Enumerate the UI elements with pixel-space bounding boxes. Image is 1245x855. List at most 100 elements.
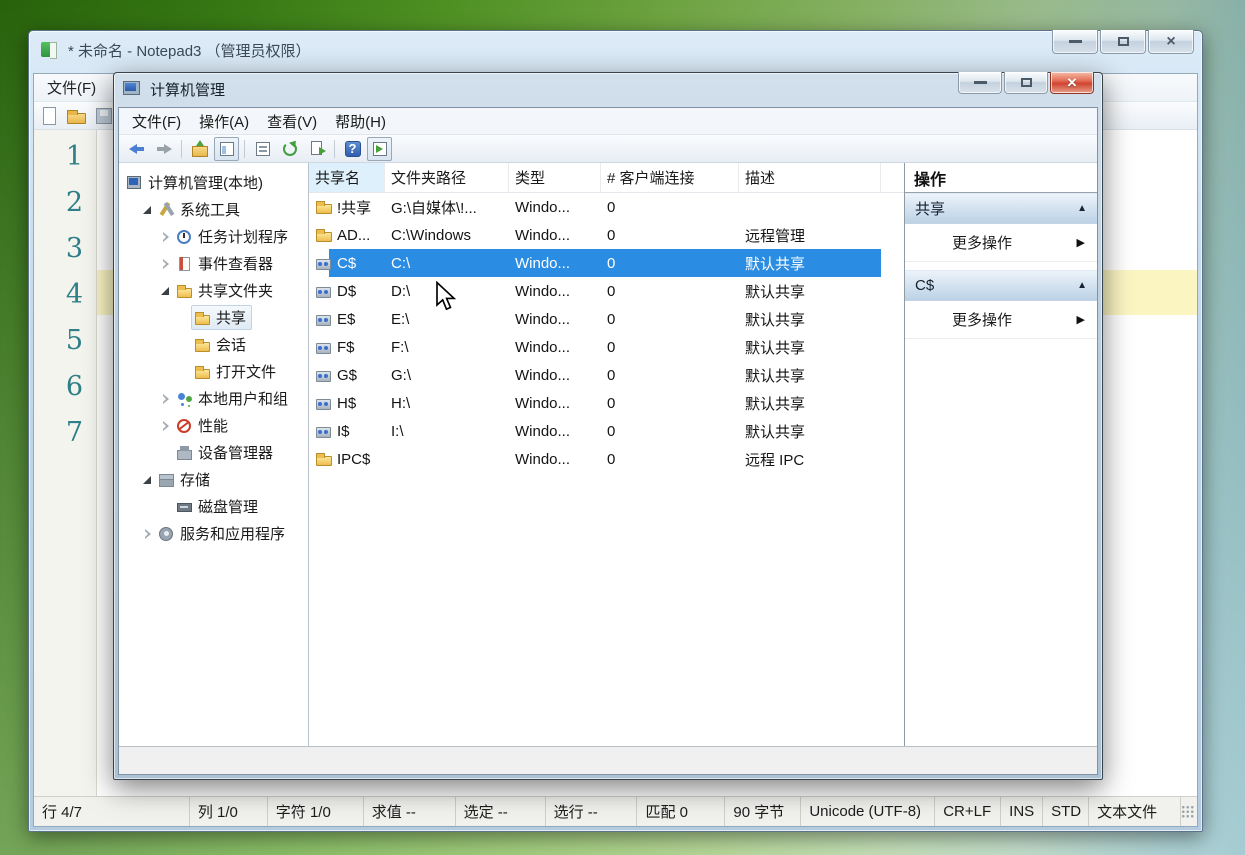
table-row[interactable]: I$ I:\ Windo... 0 默认共享 (309, 417, 904, 445)
toggle-action-pane-icon[interactable] (367, 136, 392, 161)
action-item[interactable]: 更多操作 ▶ (905, 224, 1097, 262)
column-header[interactable]: 描述 (739, 163, 881, 192)
table-row[interactable]: IPC$ Windo... 0 远程 IPC (309, 445, 904, 473)
tree-item[interactable]: 存储 (119, 466, 308, 493)
notepad3-titlebar[interactable]: * 未命名 - Notepad3 （管理员权限） × (29, 30, 1202, 69)
tree-item[interactable]: 共享 (119, 304, 308, 331)
menu-item[interactable]: 帮助(H) (326, 108, 395, 135)
status-segment[interactable]: 行 4/7 (34, 797, 190, 826)
export-list-icon[interactable] (304, 137, 329, 161)
status-segment[interactable]: CR+LF (935, 797, 1002, 826)
forward-icon[interactable] (151, 137, 176, 161)
table-row[interactable]: !共享 G:\自媒体\!... Windo... 0 (309, 193, 904, 221)
line-number-gutter[interactable]: 1234567 (34, 130, 97, 796)
toolbar-separator (244, 139, 245, 158)
tree-item[interactable]: 事件查看器 (119, 250, 308, 277)
share-name: E$ (337, 310, 356, 328)
line-number[interactable]: 4 (34, 272, 96, 318)
new-file-icon[interactable] (39, 105, 61, 127)
toggle-console-tree-icon[interactable] (214, 136, 239, 161)
minimize-button[interactable] (1052, 30, 1098, 54)
status-segment[interactable]: 求值 -- (364, 797, 456, 826)
table-row[interactable]: C$ C:\ Windo... 0 默认共享 (309, 249, 904, 277)
status-segment[interactable]: Unicode (UTF-8) (801, 797, 936, 826)
action-section-header[interactable]: C$ ▲ (905, 270, 1097, 301)
line-number[interactable]: 1 (34, 134, 96, 180)
tree-item-label: 性能 (198, 418, 229, 435)
status-segment[interactable]: STD (1043, 797, 1090, 826)
line-number[interactable]: 2 (34, 180, 96, 226)
menu-item[interactable]: 文件(F) (123, 108, 190, 135)
close-button[interactable]: × (1050, 72, 1094, 94)
line-number[interactable]: 5 (34, 318, 96, 364)
tree-item[interactable]: 设备管理器 (119, 439, 308, 466)
tree-item[interactable]: 会话 (119, 331, 308, 358)
up-level-icon[interactable] (187, 137, 212, 161)
line-number[interactable]: 3 (34, 226, 96, 272)
table-row[interactable]: AD... C:\Windows Windo... 0 远程管理 (309, 221, 904, 249)
menu-item[interactable]: 查看(V) (258, 108, 326, 135)
expanded-arrow-icon[interactable] (141, 473, 155, 487)
tree-item-label: 共享 (216, 310, 247, 327)
refresh-icon[interactable] (277, 137, 302, 161)
collapsed-arrow-icon[interactable] (159, 257, 173, 271)
back-icon[interactable] (124, 137, 149, 161)
tree-item[interactable]: 本地用户和组 (119, 385, 308, 412)
status-segment[interactable]: 文本文件 (1089, 797, 1182, 826)
tree-item[interactable]: 共享文件夹 (119, 277, 308, 304)
tree-item[interactable]: 磁盘管理 (119, 493, 308, 520)
status-segment[interactable]: INS (1001, 797, 1044, 826)
chevron-up-icon[interactable]: ▲ (1077, 203, 1087, 214)
status-segment[interactable]: 90 字节 (725, 797, 802, 826)
menu-file[interactable]: 文件(F) (38, 74, 105, 101)
type-cell: Windo... (515, 422, 571, 440)
column-header[interactable]: 共享名 (309, 163, 385, 192)
save-file-icon[interactable] (93, 105, 115, 127)
expanded-arrow-icon[interactable] (141, 203, 155, 217)
table-row[interactable]: E$ E:\ Windo... 0 默认共享 (309, 305, 904, 333)
help-icon[interactable] (340, 137, 365, 161)
status-segment[interactable]: 列 1/0 (190, 797, 268, 826)
tree-item[interactable]: 任务计划程序 (119, 223, 308, 250)
close-button[interactable]: × (1148, 30, 1194, 54)
collapsed-arrow-icon[interactable] (159, 392, 173, 406)
tree-item[interactable]: 服务和应用程序 (119, 520, 308, 547)
open-file-icon[interactable] (66, 105, 88, 127)
status-segment[interactable]: 选定 -- (456, 797, 546, 826)
column-header[interactable]: # 客户端连接 (601, 163, 739, 192)
tree-item[interactable]: 打开文件 (119, 358, 308, 385)
table-row[interactable]: H$ H:\ Windo... 0 默认共享 (309, 389, 904, 417)
maximize-button[interactable] (1004, 72, 1048, 94)
line-number[interactable]: 6 (34, 364, 96, 410)
tree-item[interactable]: 计算机管理(本地) (119, 169, 308, 196)
column-header[interactable]: 文件夹路径 (385, 163, 509, 192)
minimize-button[interactable] (958, 72, 1002, 94)
collapsed-arrow-icon[interactable] (159, 419, 173, 433)
clients-cell: 0 (607, 310, 616, 328)
drive-share-icon (315, 339, 333, 355)
table-row[interactable]: G$ G:\ Windo... 0 默认共享 (309, 361, 904, 389)
desc-cell: 默认共享 (745, 367, 806, 385)
action-section-header[interactable]: 共享 ▲ (905, 193, 1097, 224)
column-header[interactable]: 类型 (509, 163, 601, 192)
table-row[interactable]: D$ D:\ Windo... 0 默认共享 (309, 277, 904, 305)
status-segment[interactable]: 选行 -- (546, 797, 638, 826)
chevron-up-icon[interactable]: ▲ (1077, 280, 1087, 291)
collapsed-arrow-icon[interactable] (159, 230, 173, 244)
tree-item[interactable]: 系统工具 (119, 196, 308, 223)
properties-icon[interactable] (250, 137, 275, 161)
tree-item[interactable]: 性能 (119, 412, 308, 439)
status-segment[interactable]: 字符 1/0 (268, 797, 364, 826)
status-segment[interactable]: 匹配 0 (637, 797, 726, 826)
table-row[interactable]: F$ F:\ Windo... 0 默认共享 (309, 333, 904, 361)
shared-folder-icon (194, 310, 211, 326)
mmc-titlebar[interactable]: 计算机管理 × (114, 72, 1102, 105)
menu-item[interactable]: 操作(A) (190, 108, 258, 135)
maximize-button[interactable] (1100, 30, 1146, 54)
action-item[interactable]: 更多操作 ▶ (905, 301, 1097, 339)
actions-pane-title: 操作 (905, 163, 1097, 193)
line-number[interactable]: 7 (34, 410, 96, 456)
expanded-arrow-icon[interactable] (159, 284, 173, 298)
collapsed-arrow-icon[interactable] (141, 527, 155, 541)
